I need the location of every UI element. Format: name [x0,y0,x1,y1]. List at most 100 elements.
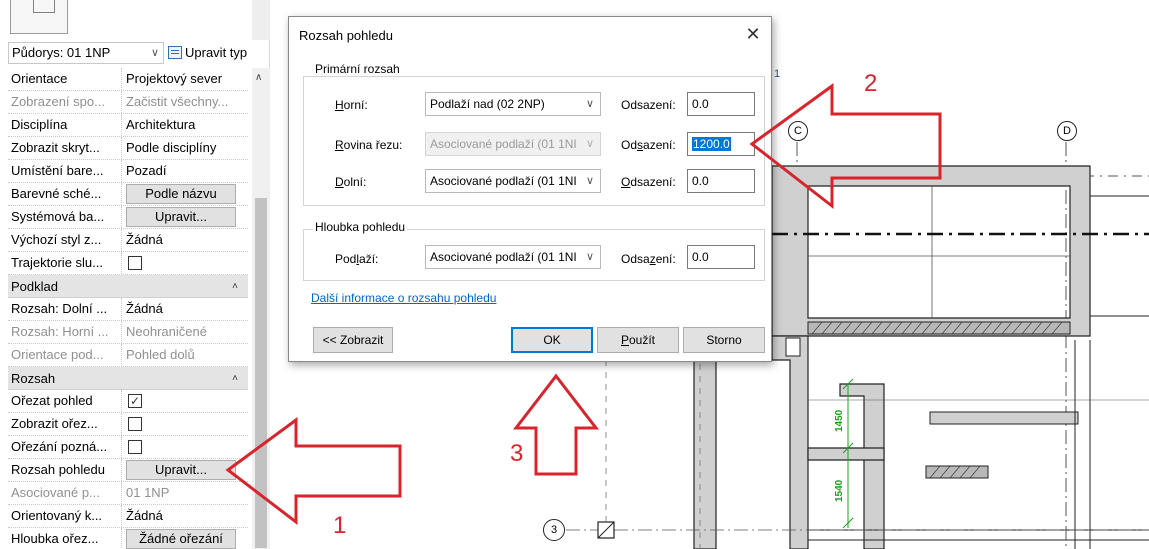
property-row[interactable]: Disciplína Architektura [8,114,248,137]
dimension-1540: 1540 [834,479,845,502]
category-label: Podklad [11,279,58,294]
ok-button[interactable]: OK [511,327,593,353]
properties-grid: Orientace Projektový sever Zobrazení spo..… [8,68,248,549]
property-checkbox[interactable] [128,256,142,270]
top-level-select[interactable]: Podlaží nad (02 2NP) ∨ [425,92,601,116]
top-offset-input[interactable]: 0.0 [687,92,755,116]
bottom-level-value: Asociované podlaží (01 1NI [430,174,577,188]
depth-offset-input[interactable]: 0.0 [687,245,755,269]
property-row[interactable]: Ořezání pozná... [8,436,248,459]
property-value[interactable]: Žádná [123,229,248,251]
property-name: Ořezání pozná... [8,436,122,458]
property-row[interactable]: Ořezat pohled ✓ [8,390,248,413]
chevron-down-icon: ∨ [585,175,594,187]
property-checkbox[interactable]: ✓ [128,394,142,408]
property-name: Zobrazit ořez... [8,413,122,435]
hatched-element [925,465,989,479]
property-row[interactable]: Trajektorie slu... [8,252,248,275]
scrollbar-thumb[interactable] [255,198,267,548]
property-name: Zobrazit skryt... [8,137,122,159]
property-value[interactable]: Architektura [123,114,248,136]
top-label: Horní: [335,98,368,112]
type-selector-dropdown[interactable]: Půdorys: 01 1NP ∨ [8,42,164,64]
property-row[interactable]: Rozsah: Dolní ... Žádná [8,298,248,321]
property-value[interactable]: Podle disciplíny [123,137,248,159]
property-name: Orientace pod... [8,344,122,366]
property-name: Zobrazení spo... [8,91,122,113]
property-row[interactable]: Zobrazit ořez... [8,413,248,436]
palette-top-scrollbar [252,0,270,40]
dimension-1450: 1450 [834,409,845,432]
property-value[interactable]: Pozadí [123,160,248,182]
apply-button[interactable]: Použít [597,327,679,353]
edit-type-button[interactable]: Upravit typ [168,42,247,64]
property-name: Systémová ba... [8,206,122,228]
collapse-icon[interactable]: ˄ [232,367,238,390]
show-button[interactable]: << Zobrazit [313,327,393,353]
property-name: Orientace [8,68,122,90]
property-row[interactable]: Barevné sché... Podle názvu [8,183,248,206]
depth-level-select[interactable]: Asociované podlaží (01 1NI ∨ [425,245,601,269]
property-edit-button[interactable]: Upravit... [126,207,236,227]
property-row[interactable]: Výchozí styl z... Žádná [8,229,248,252]
edit-type-label: Upravit typ [185,45,248,60]
view-range-dialog: Rozsah pohledu ✕ Primární rozsah Horní: … [288,16,772,362]
top-offset-label: Odsazení: [621,98,676,112]
property-row[interactable]: Zobrazit skryt... Podle disciplíny [8,137,248,160]
type-selector-row: Půdorys: 01 1NP ∨ Upravit typ [8,42,270,64]
property-value[interactable]: Žádná [123,505,248,527]
column-symbol [597,521,615,539]
property-row[interactable]: Orientace pod... Pohled dolů [8,344,248,367]
bottom-offset-input[interactable]: 0.0 [687,169,755,193]
property-name: Rozsah pohledu [8,459,122,481]
property-edit-button[interactable]: Upravit... [126,460,236,480]
property-value[interactable]: Pohled dolů [123,344,248,366]
category-podklad[interactable]: Podklad ˄ [8,275,248,298]
properties-palette: Půdorys: 01 1NP ∨ Upravit typ Orientace P… [0,0,270,549]
property-value[interactable]: Projektový sever [123,68,248,90]
bottom-offset-value: 0.0 [692,174,709,188]
close-icon[interactable]: ✕ [741,22,765,46]
grid-bubble-c[interactable]: C [788,121,808,141]
top-level-value: Podlaží nad (02 2NP) [430,97,545,111]
property-row[interactable]: Asociované p... 01 1NP [8,482,248,505]
property-name: Rozsah: Dolní ... [8,298,122,320]
wall-hatch [807,321,1071,335]
depth-level-value: Asociované podlaží (01 1NI [430,250,577,264]
property-edit-button[interactable]: Podle názvu [126,184,236,204]
grid-bubble-3[interactable]: 3 [543,519,565,541]
property-row[interactable]: Umístění bare... Pozadí [8,160,248,183]
cancel-button[interactable]: Storno [683,327,765,353]
property-name: Rozsah: Horní ... [8,321,122,343]
property-row[interactable]: Systémová ba... Upravit... [8,206,248,229]
property-row[interactable]: Rozsah pohledu Upravit... [8,459,248,482]
property-value[interactable]: 01 1NP [123,482,248,504]
property-row[interactable]: Orientovaný k... Žádná [8,505,248,528]
property-checkbox[interactable] [128,417,142,431]
annotation-number-3: 3 [510,440,524,467]
grid-bubble-d[interactable]: D [1057,121,1077,141]
property-row[interactable]: Rozsah: Horní ... Neohraničené [8,321,248,344]
property-row[interactable]: Zobrazení spo... Začistit všechny... [8,91,248,114]
property-row[interactable]: Orientace Projektový sever [8,68,248,91]
cut-plane-select[interactable]: Asociované podlaží (01 1NI ∨ [425,132,601,156]
wall-lower-left [693,347,717,549]
chevron-down-icon: ∨ [585,251,594,263]
property-value[interactable]: Neohraničené [123,321,248,343]
type-thumbnail [10,0,68,34]
property-checkbox[interactable] [128,440,142,454]
property-value[interactable]: Začistit všechny... [123,91,248,113]
view-depth-group-title: Hloubka pohledu [313,220,408,234]
property-edit-button[interactable]: Žádné ořezání [126,529,236,549]
bottom-level-select[interactable]: Asociované podlaží (01 1NI ∨ [425,169,601,193]
category-rozsah[interactable]: Rozsah ˄ [8,367,248,390]
top-offset-value: 0.0 [692,97,709,111]
more-info-link[interactable]: Další informace o rozsahu pohledu [311,291,496,305]
scroll-up-icon[interactable]: ∧ [255,72,262,83]
collapse-icon[interactable]: ˄ [232,275,238,298]
cut-offset-label: Odsazení: [621,138,676,152]
property-row[interactable]: Hloubka ořez... Žádné ořezání [8,528,248,549]
properties-scrollbar[interactable]: ∧ [252,68,270,549]
property-value[interactable]: Žádná [123,298,248,320]
cut-offset-input[interactable]: 1200.0 [687,132,755,156]
